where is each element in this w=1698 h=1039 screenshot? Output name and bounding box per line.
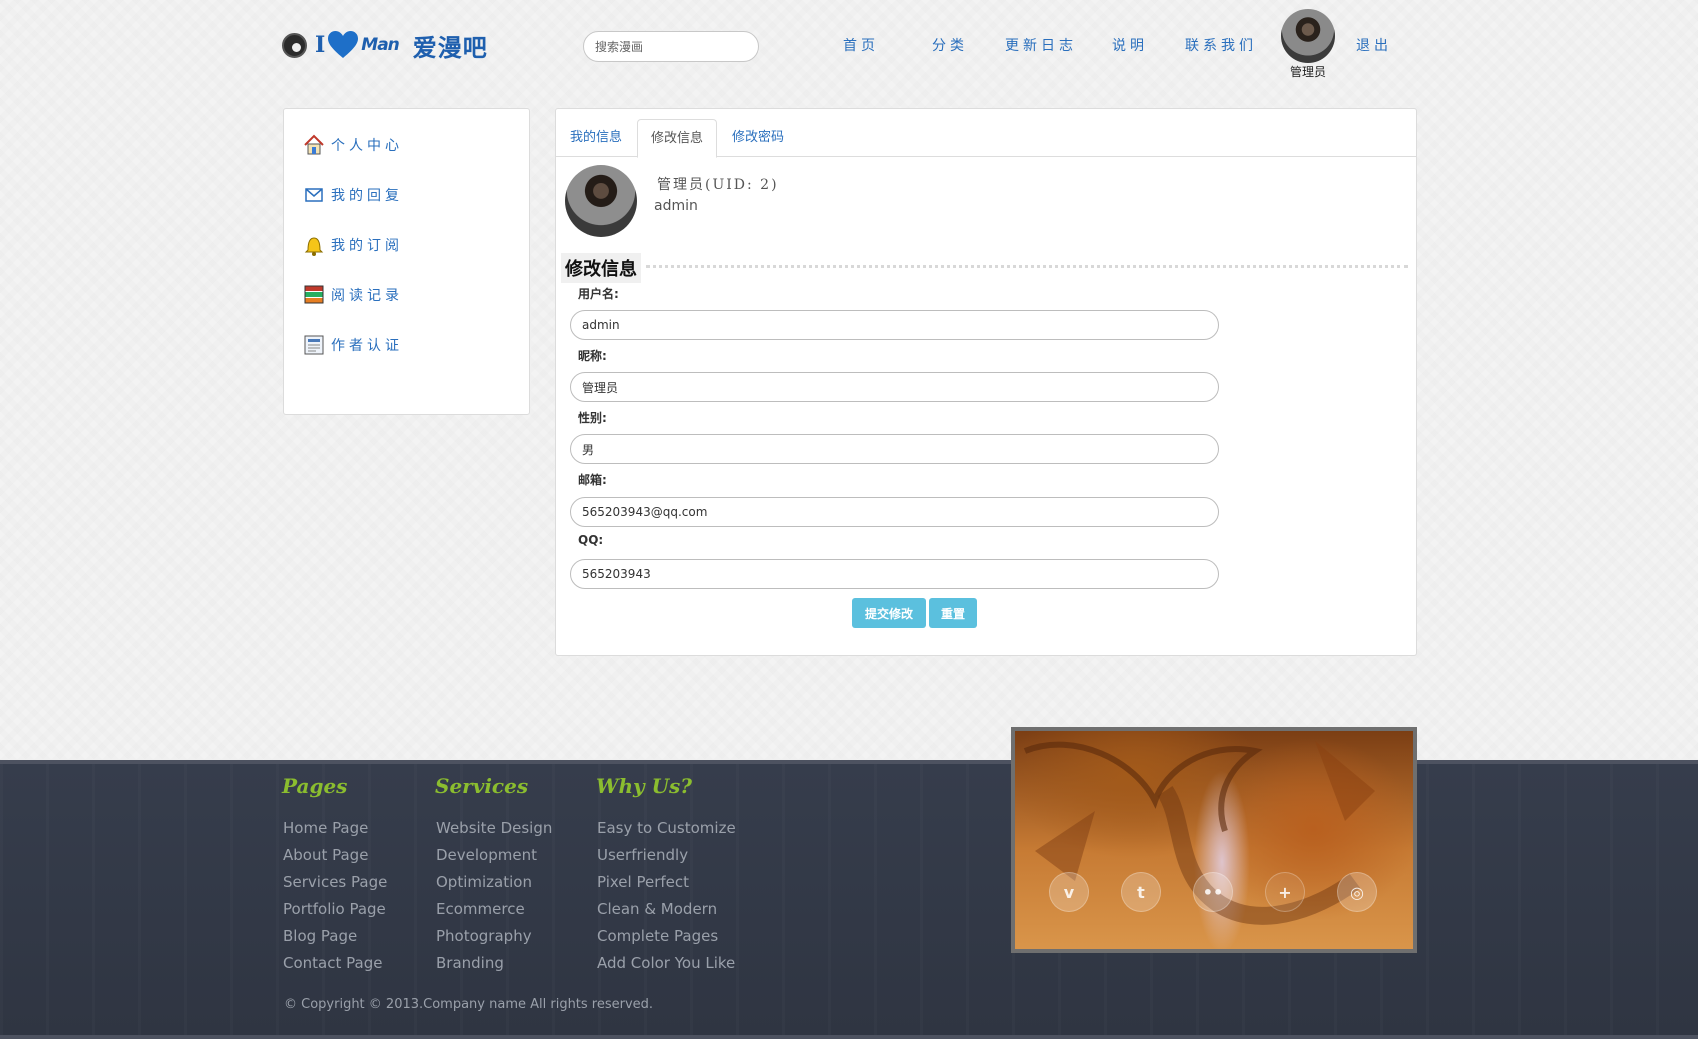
sidebar-item-subscriptions[interactable]: 我的订阅 xyxy=(303,232,403,258)
vimeo-icon[interactable]: v xyxy=(1049,872,1089,912)
nickname-label: 昵称: xyxy=(578,349,607,363)
tab-change-password[interactable]: 修改密码 xyxy=(719,119,797,158)
qq-field[interactable] xyxy=(570,559,1219,589)
sidebar-item-author[interactable]: 作者认证 xyxy=(303,332,403,358)
footer-link[interactable]: Userfriendly xyxy=(597,846,688,864)
logo-man-text: Man xyxy=(361,35,399,55)
dragon-illustration xyxy=(1023,741,1375,925)
footer xyxy=(0,760,1698,1039)
logo-i-text: I xyxy=(315,32,326,58)
reset-button[interactable]: 重置 xyxy=(929,598,977,628)
submit-button[interactable]: 提交修改 xyxy=(852,598,926,628)
house-icon xyxy=(303,134,325,156)
profile-login: admin xyxy=(654,198,698,214)
nav-home[interactable]: 首页 xyxy=(843,35,879,55)
email-field[interactable] xyxy=(570,497,1219,527)
footer-col-pages-title: Pages xyxy=(282,774,348,798)
section-title: 修改信息 xyxy=(561,253,641,283)
footer-link[interactable]: Add Color You Like xyxy=(597,954,735,972)
heart-icon xyxy=(328,31,359,58)
footer-link[interactable]: Complete Pages xyxy=(597,927,718,945)
books-icon xyxy=(303,284,325,306)
footer-link[interactable]: Optimization xyxy=(436,873,532,891)
sidebar-item-profile[interactable]: 个人中心 xyxy=(303,132,403,158)
email-label: 邮箱: xyxy=(578,473,607,487)
logo-site-name: 爱漫吧 xyxy=(412,32,488,62)
header: I Man 爱漫吧 首页 分类 更新日志 说明 联系我们 退出 管理员 xyxy=(0,0,1698,90)
footer-link[interactable]: Home Page xyxy=(283,819,368,837)
gear-logo-icon xyxy=(282,32,307,58)
sidebar-item-label: 阅读记录 xyxy=(331,288,403,304)
footer-link[interactable]: Clean & Modern xyxy=(597,900,717,918)
footer-link[interactable]: Blog Page xyxy=(283,927,357,945)
footer-link[interactable]: Contact Page xyxy=(283,954,382,972)
nav-logout[interactable]: 退出 xyxy=(1356,35,1392,55)
footer-link[interactable]: Easy to Customize xyxy=(597,819,736,837)
username-field[interactable] xyxy=(570,310,1219,340)
nav-category[interactable]: 分类 xyxy=(932,35,968,55)
sidebar-item-label: 作者认证 xyxy=(331,338,403,354)
sidebar: 个人中心 我的回复 我的订阅 阅读记录 作者认证 xyxy=(283,108,530,415)
footer-link[interactable]: About Page xyxy=(283,846,368,864)
footer-link[interactable]: Services Page xyxy=(283,873,387,891)
nav-contact[interactable]: 联系我们 xyxy=(1185,35,1257,55)
nickname-field[interactable] xyxy=(570,372,1219,402)
footer-link[interactable]: Ecommerce xyxy=(436,900,525,918)
dragon-banner-image xyxy=(1011,727,1417,953)
profile-name-uid: 管理员(UID: 2) xyxy=(657,177,779,193)
footer-col-why-title: Why Us? xyxy=(596,774,693,798)
document-icon xyxy=(303,334,325,356)
gender-label: 性别: xyxy=(578,411,607,425)
dribbble-icon[interactable]: ◎ xyxy=(1337,872,1377,912)
footer-link[interactable]: Portfolio Page xyxy=(283,900,386,918)
sidebar-item-replies[interactable]: 我的回复 xyxy=(303,182,403,208)
user-name-label[interactable]: 管理员 xyxy=(1283,63,1333,80)
footer-link[interactable]: Pixel Perfect xyxy=(597,873,689,891)
search-input[interactable] xyxy=(583,31,759,62)
plus-icon[interactable]: + xyxy=(1265,872,1305,912)
sidebar-item-history[interactable]: 阅读记录 xyxy=(303,282,403,308)
sidebar-item-label: 我的回复 xyxy=(331,188,403,204)
tab-my-info[interactable]: 我的信息 xyxy=(557,119,635,158)
footer-link[interactable]: Website Design xyxy=(436,819,552,837)
copyright-text: © Copyright © 2013.Company name All righ… xyxy=(284,997,654,1012)
bell-icon xyxy=(303,234,325,256)
username-label: 用户名: xyxy=(578,287,619,301)
profile-avatar xyxy=(565,165,637,237)
footer-col-services-title: Services xyxy=(435,774,529,798)
flickr-icon[interactable]: •• xyxy=(1193,872,1233,912)
tab-edit-info[interactable]: 修改信息 xyxy=(637,119,718,158)
nav-about[interactable]: 说明 xyxy=(1112,35,1148,55)
nav-changelog[interactable]: 更新日志 xyxy=(1005,35,1077,55)
tab-bar: 我的信息 修改信息 修改密码 xyxy=(556,109,1416,158)
footer-link[interactable]: Photography xyxy=(436,927,532,945)
profile-panel: 我的信息 修改信息 修改密码 管理员(UID: 2) admin 修改信息 用户… xyxy=(555,108,1417,656)
envelope-icon xyxy=(303,184,325,206)
twitter-icon[interactable]: t xyxy=(1121,872,1161,912)
section-divider xyxy=(646,265,1408,268)
footer-link[interactable]: Branding xyxy=(436,954,504,972)
sidebar-item-label: 我的订阅 xyxy=(331,238,403,254)
qq-label: QQ: xyxy=(578,533,604,547)
gender-field[interactable] xyxy=(570,434,1219,464)
user-avatar[interactable] xyxy=(1281,9,1335,63)
site-logo[interactable]: I Man 爱漫吧 xyxy=(282,28,488,62)
footer-link[interactable]: Development xyxy=(436,846,537,864)
sidebar-item-label: 个人中心 xyxy=(331,138,403,154)
